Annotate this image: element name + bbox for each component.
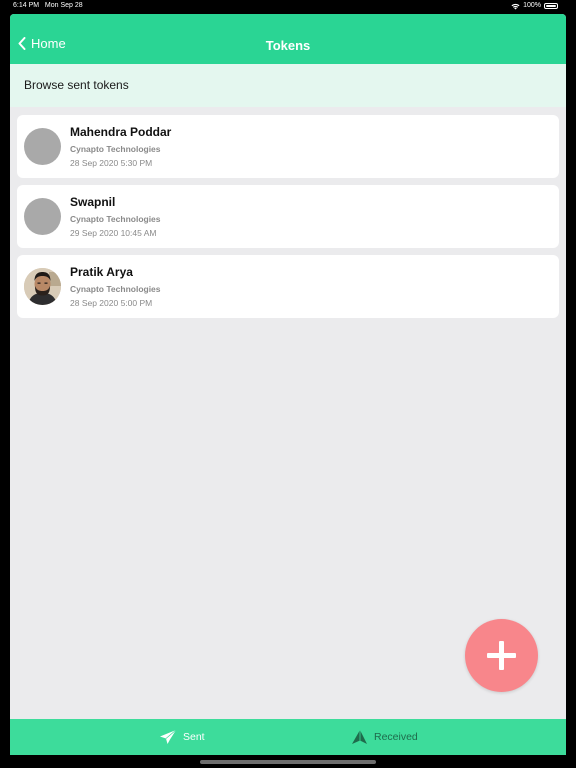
section-subheader: Browse sent tokens <box>10 64 566 107</box>
wifi-icon <box>511 3 520 9</box>
token-recipient-name: Mahendra Poddar <box>70 125 172 139</box>
token-card-mahendra-poddar[interactable]: Mahendra Poddar Cynapto Technologies 28 … <box>17 115 559 178</box>
tab-received-label: Received <box>374 731 418 743</box>
avatar-placeholder <box>24 198 61 235</box>
paper-plane-icon <box>160 729 177 744</box>
home-indicator <box>200 760 376 764</box>
tab-received[interactable]: Received <box>350 719 418 755</box>
battery-icon <box>544 3 558 9</box>
token-list: Mahendra Poddar Cynapto Technologies 28 … <box>17 115 559 325</box>
add-token-button[interactable] <box>465 619 538 692</box>
status-date-text: Mon Sep 28 <box>44 2 83 9</box>
navigation-bar: Home Tokens <box>10 14 566 64</box>
token-company: Cynapto Technologies <box>70 284 161 294</box>
app-screen: Home Tokens Browse sent tokens Mahendra … <box>10 14 566 755</box>
status-indicators: 100% <box>511 0 558 12</box>
avatar-placeholder <box>24 128 61 165</box>
status-bar: 6:14 PM Mon Sep 28 100% <box>0 0 576 12</box>
token-company: Cynapto Technologies <box>70 144 161 154</box>
token-recipient-name: Swapnil <box>70 195 116 209</box>
token-card-pratik-arya[interactable]: Pratik Arya Cynapto Technologies 28 Sep … <box>17 255 559 318</box>
profile-photo-icon <box>24 268 61 305</box>
status-time-text: 6:14 PM <box>13 2 40 9</box>
tab-sent-label: Sent <box>183 731 205 743</box>
avatar-photo <box>24 268 61 305</box>
device-frame: 6:14 PM Mon Sep 28 100% Home Tokens Brow… <box>0 0 576 768</box>
token-company: Cynapto Technologies <box>70 214 161 224</box>
plus-icon-vertical <box>499 641 504 670</box>
token-datetime: 28 Sep 2020 5:00 PM <box>70 298 153 308</box>
token-datetime: 29 Sep 2020 10:45 AM <box>70 228 157 238</box>
battery-percent: 100% <box>523 2 541 9</box>
bottom-tab-bar: Sent Received <box>10 719 566 755</box>
token-card-swapnil[interactable]: Swapnil Cynapto Technologies 29 Sep 2020… <box>17 185 559 248</box>
token-datetime: 28 Sep 2020 5:30 PM <box>70 158 153 168</box>
token-recipient-name: Pratik Arya <box>70 265 133 279</box>
tab-sent[interactable]: Sent <box>159 719 205 755</box>
received-arrow-icon <box>352 730 367 744</box>
status-time: 6:14 PM Mon Sep 28 <box>13 0 83 12</box>
page-title: Tokens <box>265 38 311 53</box>
